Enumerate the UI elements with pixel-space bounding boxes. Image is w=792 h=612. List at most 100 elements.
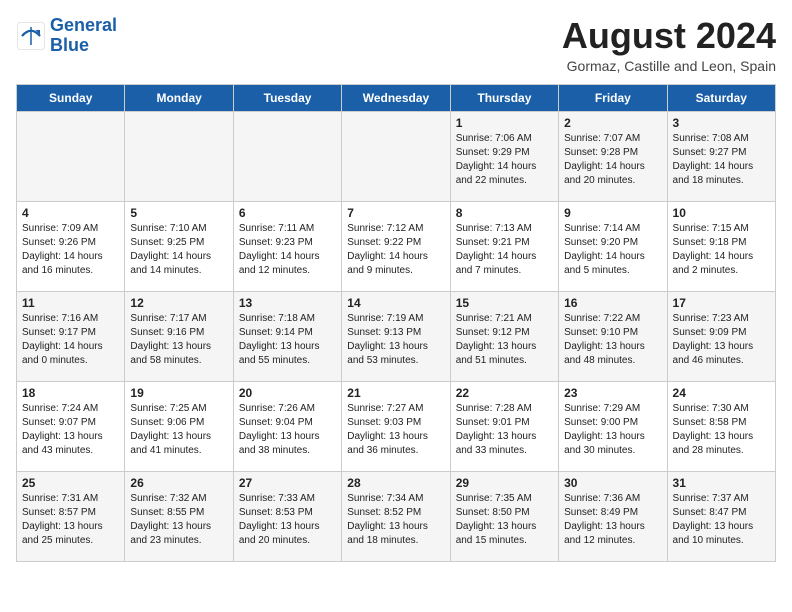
- calendar-week-1: 1 Sunrise: 7:06 AM Sunset: 9:29 PM Daylig…: [17, 111, 776, 201]
- weekday-header-friday: Friday: [559, 84, 667, 111]
- day-number: 5: [130, 206, 227, 220]
- location: Gormaz, Castille and Leon, Spain: [562, 58, 776, 74]
- calendar-cell: 11 Sunrise: 7:16 AM Sunset: 9:17 PM Dayli…: [17, 291, 125, 381]
- day-number: 1: [456, 116, 553, 130]
- calendar-cell: 25Sunrise: 7:31 AM Sunset: 8:57 PM Dayli…: [17, 471, 125, 561]
- calendar-cell: 3 Sunrise: 7:08 AM Sunset: 9:27 PM Daylig…: [667, 111, 775, 201]
- day-number: 30: [564, 476, 661, 490]
- calendar-cell: 30Sunrise: 7:36 AM Sunset: 8:49 PM Dayli…: [559, 471, 667, 561]
- day-info: Sunrise: 7:33 AM Sunset: 8:53 PM Dayligh…: [239, 492, 336, 548]
- day-info: Sunrise: 7:37 AM Sunset: 8:47 PM Dayligh…: [673, 492, 770, 548]
- calendar-cell: 2Sunrise: 7:07 AM Sunset: 9:28 PM Daylig…: [559, 111, 667, 201]
- calendar-table: SundayMondayTuesdayWednesdayThursdayFrid…: [16, 84, 776, 562]
- day-number: 7: [347, 206, 444, 220]
- weekday-header-wednesday: Wednesday: [342, 84, 450, 111]
- calendar-cell: 5 Sunrise: 7:10 AM Sunset: 9:25 PM Daylig…: [125, 201, 233, 291]
- page-header: General Blue August 2024 Gormaz, Castill…: [16, 16, 776, 74]
- calendar-cell: 24 Sunrise: 7:30 AM Sunset: 8:58 PM Dayli…: [667, 381, 775, 471]
- day-info: Sunrise: 7:22 AM Sunset: 9:10 PM Dayligh…: [564, 312, 661, 368]
- day-info: Sunrise: 7:16 AM Sunset: 9:17 PM Dayligh…: [22, 312, 119, 368]
- day-number: 13: [239, 296, 336, 310]
- calendar-cell: 9 Sunrise: 7:14 AM Sunset: 9:20 PM Daylig…: [559, 201, 667, 291]
- day-number: 6: [239, 206, 336, 220]
- day-info: Sunrise: 7:35 AM Sunset: 8:50 PM Dayligh…: [456, 492, 553, 548]
- day-number: 20: [239, 386, 336, 400]
- day-number: 31: [673, 476, 770, 490]
- day-number: 3: [673, 116, 770, 130]
- weekday-header-row: SundayMondayTuesdayWednesdayThursdayFrid…: [17, 84, 776, 111]
- calendar-cell: 17 Sunrise: 7:23 AM Sunset: 9:09 PM Dayli…: [667, 291, 775, 381]
- day-number: 21: [347, 386, 444, 400]
- day-info: Sunrise: 7:31 AM Sunset: 8:57 PM Dayligh…: [22, 492, 119, 548]
- calendar-cell: [342, 111, 450, 201]
- calendar-week-5: 25Sunrise: 7:31 AM Sunset: 8:57 PM Dayli…: [17, 471, 776, 561]
- day-info: Sunrise: 7:29 AM Sunset: 9:00 PM Dayligh…: [564, 402, 661, 458]
- calendar-cell: 16 Sunrise: 7:22 AM Sunset: 9:10 PM Dayli…: [559, 291, 667, 381]
- day-number: 12: [130, 296, 227, 310]
- day-info: Sunrise: 7:23 AM Sunset: 9:09 PM Dayligh…: [673, 312, 770, 368]
- month-year: August 2024: [562, 16, 776, 56]
- calendar-header: SundayMondayTuesdayWednesdayThursdayFrid…: [17, 84, 776, 111]
- day-info: Sunrise: 7:26 AM Sunset: 9:04 PM Dayligh…: [239, 402, 336, 458]
- calendar-cell: 27Sunrise: 7:33 AM Sunset: 8:53 PM Dayli…: [233, 471, 341, 561]
- day-number: 4: [22, 206, 119, 220]
- calendar-cell: 6 Sunrise: 7:11 AM Sunset: 9:23 PM Daylig…: [233, 201, 341, 291]
- calendar-cell: 19 Sunrise: 7:25 AM Sunset: 9:06 PM Dayli…: [125, 381, 233, 471]
- day-info: Sunrise: 7:21 AM Sunset: 9:12 PM Dayligh…: [456, 312, 553, 368]
- calendar-cell: 28 Sunrise: 7:34 AM Sunset: 8:52 PM Dayli…: [342, 471, 450, 561]
- calendar-cell: 13 Sunrise: 7:18 AM Sunset: 9:14 PM Dayli…: [233, 291, 341, 381]
- calendar-cell: 21 Sunrise: 7:27 AM Sunset: 9:03 PM Dayli…: [342, 381, 450, 471]
- day-info: Sunrise: 7:11 AM Sunset: 9:23 PM Dayligh…: [239, 222, 336, 278]
- logo-icon: [16, 21, 46, 51]
- calendar-cell: 1 Sunrise: 7:06 AM Sunset: 9:29 PM Daylig…: [450, 111, 558, 201]
- logo-text: General Blue: [50, 16, 117, 56]
- calendar-cell: 10Sunrise: 7:15 AM Sunset: 9:18 PM Dayli…: [667, 201, 775, 291]
- day-number: 26: [130, 476, 227, 490]
- day-info: Sunrise: 7:08 AM Sunset: 9:27 PM Dayligh…: [673, 132, 770, 188]
- day-number: 23: [564, 386, 661, 400]
- title-block: August 2024 Gormaz, Castille and Leon, S…: [562, 16, 776, 74]
- day-info: Sunrise: 7:27 AM Sunset: 9:03 PM Dayligh…: [347, 402, 444, 458]
- day-info: Sunrise: 7:13 AM Sunset: 9:21 PM Dayligh…: [456, 222, 553, 278]
- logo: General Blue: [16, 16, 117, 56]
- calendar-cell: 14Sunrise: 7:19 AM Sunset: 9:13 PM Dayli…: [342, 291, 450, 381]
- day-number: 9: [564, 206, 661, 220]
- day-number: 2: [564, 116, 661, 130]
- calendar-cell: 29 Sunrise: 7:35 AM Sunset: 8:50 PM Dayli…: [450, 471, 558, 561]
- day-info: Sunrise: 7:18 AM Sunset: 9:14 PM Dayligh…: [239, 312, 336, 368]
- calendar-cell: 4 Sunrise: 7:09 AM Sunset: 9:26 PM Daylig…: [17, 201, 125, 291]
- calendar-cell: 12 Sunrise: 7:17 AM Sunset: 9:16 PM Dayli…: [125, 291, 233, 381]
- day-number: 29: [456, 476, 553, 490]
- day-number: 11: [22, 296, 119, 310]
- calendar-cell: [125, 111, 233, 201]
- calendar-body: 1 Sunrise: 7:06 AM Sunset: 9:29 PM Daylig…: [17, 111, 776, 561]
- calendar-cell: 22Sunrise: 7:28 AM Sunset: 9:01 PM Dayli…: [450, 381, 558, 471]
- weekday-header-saturday: Saturday: [667, 84, 775, 111]
- calendar-week-2: 4 Sunrise: 7:09 AM Sunset: 9:26 PM Daylig…: [17, 201, 776, 291]
- weekday-header-thursday: Thursday: [450, 84, 558, 111]
- day-number: 17: [673, 296, 770, 310]
- day-number: 16: [564, 296, 661, 310]
- calendar-cell: 15Sunrise: 7:21 AM Sunset: 9:12 PM Dayli…: [450, 291, 558, 381]
- calendar-cell: 8 Sunrise: 7:13 AM Sunset: 9:21 PM Daylig…: [450, 201, 558, 291]
- day-number: 14: [347, 296, 444, 310]
- day-info: Sunrise: 7:30 AM Sunset: 8:58 PM Dayligh…: [673, 402, 770, 458]
- day-info: Sunrise: 7:28 AM Sunset: 9:01 PM Dayligh…: [456, 402, 553, 458]
- day-info: Sunrise: 7:09 AM Sunset: 9:26 PM Dayligh…: [22, 222, 119, 278]
- calendar-cell: [17, 111, 125, 201]
- day-info: Sunrise: 7:10 AM Sunset: 9:25 PM Dayligh…: [130, 222, 227, 278]
- calendar-cell: 18Sunrise: 7:24 AM Sunset: 9:07 PM Dayli…: [17, 381, 125, 471]
- day-info: Sunrise: 7:12 AM Sunset: 9:22 PM Dayligh…: [347, 222, 444, 278]
- day-number: 19: [130, 386, 227, 400]
- weekday-header-tuesday: Tuesday: [233, 84, 341, 111]
- day-info: Sunrise: 7:24 AM Sunset: 9:07 PM Dayligh…: [22, 402, 119, 458]
- day-info: Sunrise: 7:14 AM Sunset: 9:20 PM Dayligh…: [564, 222, 661, 278]
- day-number: 24: [673, 386, 770, 400]
- calendar-week-3: 11 Sunrise: 7:16 AM Sunset: 9:17 PM Dayli…: [17, 291, 776, 381]
- day-number: 28: [347, 476, 444, 490]
- day-info: Sunrise: 7:34 AM Sunset: 8:52 PM Dayligh…: [347, 492, 444, 548]
- day-info: Sunrise: 7:25 AM Sunset: 9:06 PM Dayligh…: [130, 402, 227, 458]
- day-info: Sunrise: 7:17 AM Sunset: 9:16 PM Dayligh…: [130, 312, 227, 368]
- day-info: Sunrise: 7:06 AM Sunset: 9:29 PM Dayligh…: [456, 132, 553, 188]
- day-number: 8: [456, 206, 553, 220]
